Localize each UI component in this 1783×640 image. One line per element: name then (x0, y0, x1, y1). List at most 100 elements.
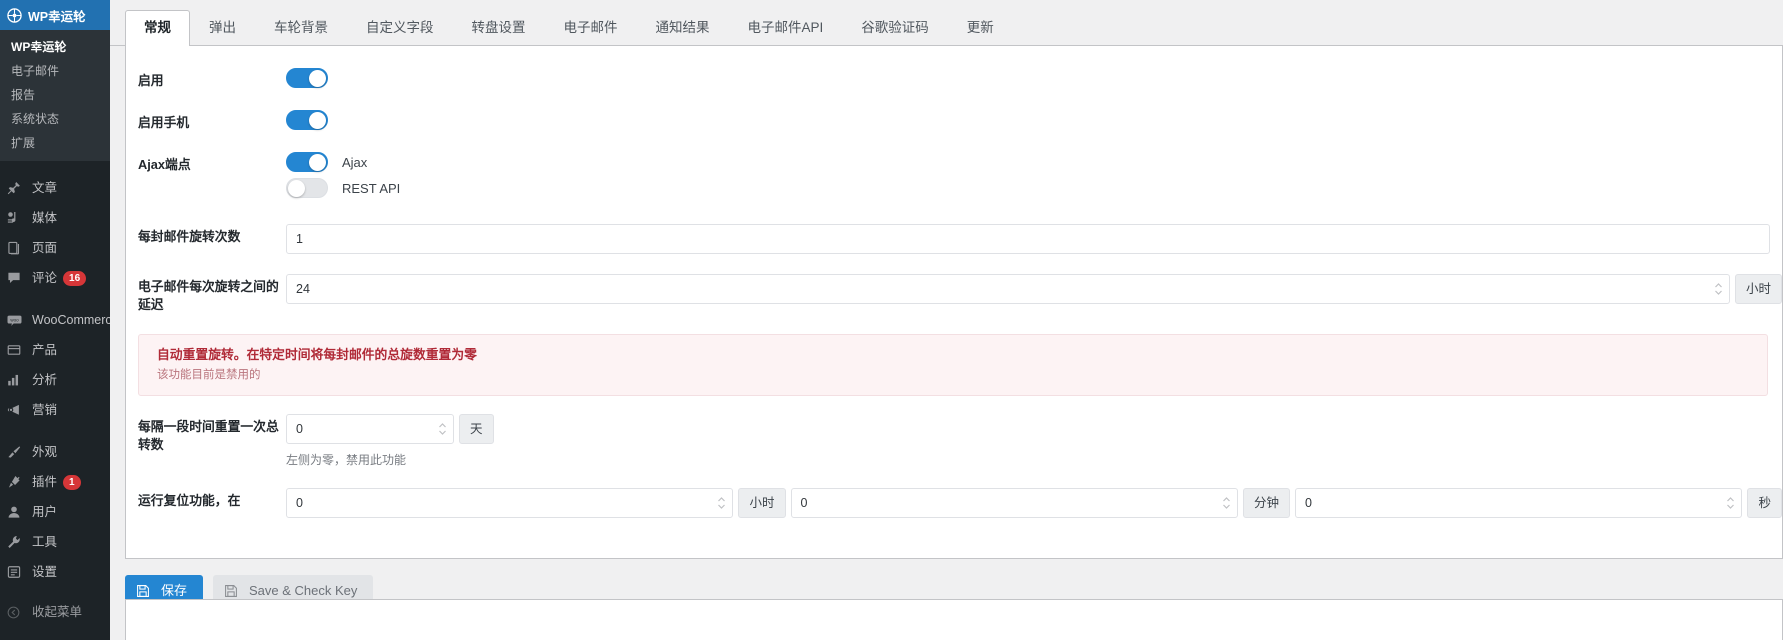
auto-reset-notice-row: 自动重置旋转。在特定时间将每封邮件的总旋数重置为零 该功能目前是禁用的 (126, 334, 1782, 396)
sidebar-item-label: 媒体 (32, 211, 58, 225)
brush-icon (7, 443, 27, 461)
reset-interval-help: 左侧为零，禁用此功能 (286, 453, 407, 467)
settings-tab-bar: 常规 弹出 车轮背景 自定义字段 转盘设置 电子邮件 通知结果 电子邮件API … (110, 0, 1783, 46)
field-row-delay-between-spins: 电子邮件每次旋转之间的延迟 小时 (126, 274, 1782, 314)
sidebar-item-media[interactable]: 媒体 (0, 203, 110, 233)
admin-screen: WP幸运轮 WP幸运轮 电子邮件 报告 系统状态 扩展 文章 媒体 页面 评论 … (0, 0, 1783, 640)
sidebar-item-pages[interactable]: 页面 (0, 233, 110, 263)
run-reset-unit-minutes[interactable]: 分钟 (1242, 488, 1290, 518)
reset-interval-controls: 天 (286, 414, 1782, 444)
sidebar-item-marketing[interactable]: 营销 (0, 395, 110, 425)
plugins-count-badge: 1 (63, 474, 81, 490)
field-label-spins-per-email: 每封邮件旋转次数 (138, 229, 241, 244)
sidebar-item-posts[interactable]: 文章 (0, 173, 110, 203)
comment-icon (7, 269, 27, 287)
tab-notification-result[interactable]: 通知结果 (637, 10, 729, 46)
wrench-icon (7, 533, 27, 551)
sidebar-subitem-email[interactable]: 电子邮件 (0, 59, 110, 83)
sidebar-item-settings[interactable]: 设置 (0, 557, 110, 587)
sidebar-item-wp-lucky-wheel[interactable]: WP幸运轮 (0, 0, 110, 30)
comments-count-badge: 16 (63, 270, 87, 286)
collapse-icon (7, 603, 27, 621)
sidebar-item-users[interactable]: 用户 (0, 497, 110, 527)
page-icon (7, 239, 27, 257)
toggle-knob (309, 70, 326, 87)
main-content: 常规 弹出 车轮背景 自定义字段 转盘设置 电子邮件 通知结果 电子邮件API … (110, 0, 1783, 640)
sidebar-subitem-reports[interactable]: 报告 (0, 83, 110, 107)
field-label-ajax-endpoint: Ajax端点 (138, 157, 191, 172)
delay-unit-hours[interactable]: 小时 (1734, 274, 1782, 304)
woocommerce-icon: woo (7, 311, 27, 329)
sidebar-submenu: WP幸运轮 电子邮件 报告 系统状态 扩展 (0, 30, 110, 161)
enable-toggle[interactable] (286, 68, 328, 88)
sidebar-item-label: 文章 (32, 181, 58, 195)
admin-sidebar: WP幸运轮 WP幸运轮 电子邮件 报告 系统状态 扩展 文章 媒体 页面 评论 … (0, 0, 110, 640)
sidebar-item-comments[interactable]: 评论 16 (0, 263, 110, 293)
reset-interval-input[interactable] (286, 414, 454, 444)
toggle-knob (309, 112, 326, 129)
run-reset-hours-input[interactable] (286, 488, 734, 518)
field-control-enable-mobile (286, 110, 1782, 130)
rest-api-option-label: REST API (342, 180, 401, 196)
field-label-reset-interval: 每隔一段时间重置一次总转数 (138, 419, 279, 452)
floppy-icon (224, 584, 238, 598)
run-reset-seconds-input[interactable] (1295, 488, 1743, 518)
ajax-toggle[interactable] (286, 152, 328, 172)
run-reset-minutes-input[interactable] (790, 488, 1238, 518)
field-control-delay-between-spins: 小时 (286, 274, 1782, 304)
sidebar-item-label: 页面 (32, 241, 58, 255)
tab-wheel-background[interactable]: 车轮背景 (255, 10, 347, 46)
collapse-menu-label: 收起菜单 (32, 605, 83, 619)
tab-general[interactable]: 常规 (125, 10, 190, 46)
delay-input-wrap (286, 274, 1730, 304)
chart-icon (7, 371, 27, 389)
tab-email[interactable]: 电子邮件 (545, 10, 637, 46)
tab-google-recaptcha[interactable]: 谷歌验证码 (842, 10, 948, 46)
rest-api-toggle[interactable] (286, 178, 328, 198)
product-icon (7, 341, 27, 359)
sidebar-item-products[interactable]: 产品 (0, 335, 110, 365)
sidebar-subitem-extensions[interactable]: 扩展 (0, 131, 110, 155)
tab-popup[interactable]: 弹出 (190, 10, 255, 46)
sidebar-subitem-system-status[interactable]: 系统状态 (0, 107, 110, 131)
run-reset-unit-seconds[interactable]: 秒 (1747, 488, 1782, 518)
tab-update[interactable]: 更新 (948, 10, 1013, 46)
field-row-run-reset-at: 运行复位功能，在 小时 (126, 488, 1782, 518)
notice-subtitle: 该功能目前是禁用的 (157, 369, 261, 381)
run-reset-unit-hours[interactable]: 小时 (738, 488, 786, 518)
sidebar-item-label: 评论 (32, 271, 58, 285)
sidebar-item-tools[interactable]: 工具 (0, 527, 110, 557)
field-control-reset-interval: 天 左侧为零，禁用此功能 (286, 414, 1782, 468)
next-panel-strip (125, 599, 1783, 640)
field-control-run-reset-at: 小时 分钟 (286, 488, 1782, 518)
field-label-delay-between-spins: 电子邮件每次旋转之间的延迟 (138, 279, 279, 312)
sidebar-divider (0, 293, 110, 305)
sidebar-divider (0, 161, 110, 173)
enable-mobile-toggle[interactable] (286, 110, 328, 130)
sidebar-item-analytics[interactable]: 分析 (0, 365, 110, 395)
tab-email-api[interactable]: 电子邮件API (729, 10, 843, 46)
tab-custom-fields[interactable]: 自定义字段 (347, 10, 453, 46)
run-reset-minutes-wrap (790, 488, 1238, 518)
reset-interval-unit-days[interactable]: 天 (459, 414, 494, 444)
ajax-option-ajax: Ajax (286, 152, 1782, 172)
sidebar-item-woocommerce[interactable]: woo WooCommerce (0, 305, 110, 335)
user-icon (7, 503, 27, 521)
wheel-icon (7, 7, 22, 23)
sidebar-subitem-wp-lucky-wheel[interactable]: WP幸运轮 (0, 35, 110, 59)
spins-per-email-input[interactable] (286, 224, 1770, 254)
megaphone-icon (7, 401, 27, 419)
collapse-menu-button[interactable]: 收起菜单 (0, 597, 110, 627)
sidebar-item-appearance[interactable]: 外观 (0, 437, 110, 467)
sidebar-item-label: 外观 (32, 445, 58, 459)
delay-between-spins-input[interactable] (286, 274, 1730, 304)
tab-wheel-settings[interactable]: 转盘设置 (453, 10, 545, 46)
field-control-ajax-endpoint: Ajax REST API (286, 152, 1782, 204)
field-row-enable-mobile: 启用手机 (126, 110, 1782, 132)
auto-reset-notice: 自动重置旋转。在特定时间将每封邮件的总旋数重置为零 该功能目前是禁用的 (138, 334, 1768, 396)
toggle-knob (309, 154, 326, 171)
sidebar-item-label: 设置 (32, 565, 58, 579)
run-reset-seconds-wrap (1295, 488, 1743, 518)
sidebar-item-plugins[interactable]: 插件 1 (0, 467, 110, 497)
sidebar-divider (0, 425, 110, 437)
